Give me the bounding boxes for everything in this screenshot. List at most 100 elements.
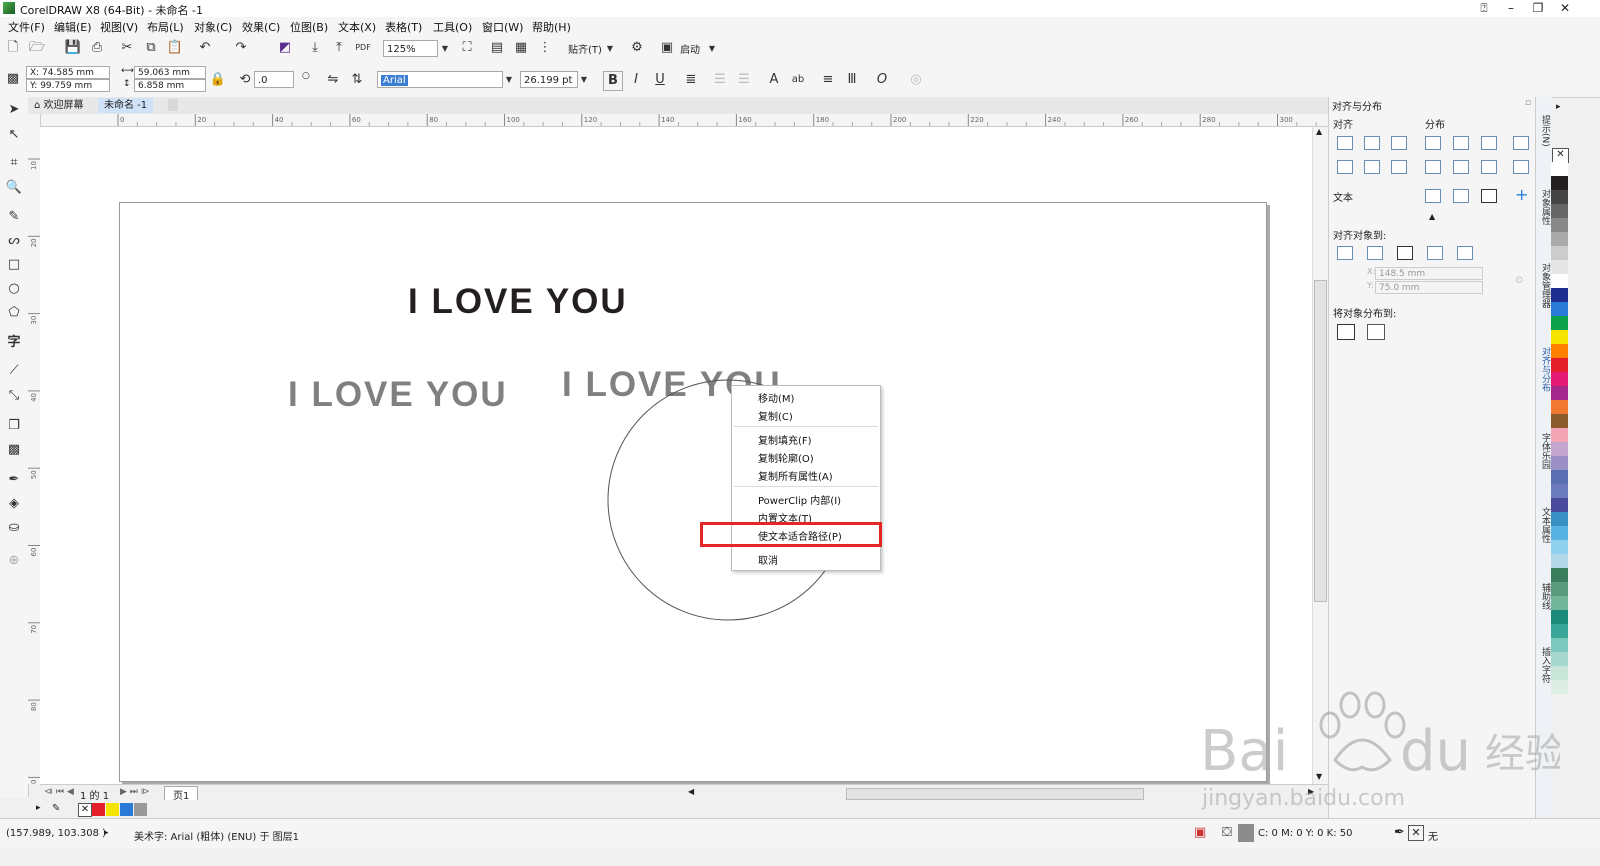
horizontal-scroll-thumb[interactable] bbox=[846, 788, 1144, 800]
text-bounding-box-icon[interactable] bbox=[1481, 189, 1497, 203]
palette-swatch[interactable] bbox=[1551, 190, 1568, 204]
mirror-horizontal-icon[interactable]: ⇋ bbox=[324, 71, 342, 89]
menu-table[interactable]: 表格(T) bbox=[385, 19, 422, 35]
palette-swatch[interactable] bbox=[1551, 316, 1568, 330]
color-proof-icon[interactable]: ▣ bbox=[1194, 825, 1206, 840]
distribute-to-selection-icon[interactable] bbox=[1337, 324, 1355, 340]
options-gear-icon[interactable]: ⚙ bbox=[628, 39, 646, 57]
palette-swatch[interactable] bbox=[1551, 274, 1568, 288]
align-top-icon[interactable] bbox=[1337, 160, 1353, 174]
font-list-field[interactable]: Arial bbox=[377, 71, 503, 88]
x-position-field[interactable]: X: 74.585 mm bbox=[26, 66, 110, 79]
menu-edit[interactable]: 编辑(E) bbox=[54, 19, 92, 35]
cut-icon[interactable]: ✂ bbox=[118, 39, 136, 57]
redo-icon[interactable]: ↷ bbox=[232, 39, 250, 57]
document-palette-swatch[interactable] bbox=[92, 803, 105, 816]
menu-tools[interactable]: 工具(O) bbox=[433, 19, 472, 35]
palette-swatch[interactable] bbox=[1551, 428, 1568, 442]
font-dropdown-icon[interactable]: ▼ bbox=[503, 71, 515, 88]
align-center-h-icon[interactable] bbox=[1364, 136, 1380, 150]
page-nav-forward-icon[interactable]: ▶ ⏭ ⧐ bbox=[120, 787, 150, 797]
menu-window[interactable]: 窗口(W) bbox=[482, 19, 523, 35]
parallel-dimension-icon[interactable]: ⟋ bbox=[5, 362, 23, 380]
palette-swatch[interactable] bbox=[1551, 442, 1568, 456]
interactive-fill-icon[interactable]: ◈ bbox=[5, 495, 23, 513]
launcher-icon[interactable]: ▣ bbox=[658, 39, 676, 57]
palette-swatch[interactable] bbox=[1551, 526, 1568, 540]
zoom-tool-icon[interactable]: 🔍 bbox=[5, 179, 23, 197]
status-arrow-icon[interactable]: ▸ bbox=[104, 828, 109, 838]
palette-swatch[interactable] bbox=[1551, 246, 1568, 260]
align-center-v-icon[interactable] bbox=[1364, 160, 1380, 174]
width-field[interactable]: 59.063 mm bbox=[134, 66, 206, 79]
edit-text-icon[interactable]: ab bbox=[789, 71, 807, 89]
open-icon[interactable]: 🗁 bbox=[28, 39, 46, 57]
underline-button[interactable]: U bbox=[651, 71, 669, 89]
palette-swatch[interactable] bbox=[1551, 358, 1568, 372]
new-tab-button[interactable] bbox=[168, 99, 178, 111]
lock-ratio-icon[interactable]: 🔒 bbox=[209, 71, 227, 89]
distribute-bottom-icon[interactable] bbox=[1481, 160, 1497, 174]
snap-to-dropdown[interactable]: 贴齐(T) bbox=[568, 41, 602, 56]
tab-document[interactable]: 未命名 -1 bbox=[98, 98, 154, 113]
no-color-swatch[interactable]: ✕ bbox=[78, 803, 92, 817]
vertical-scroll-thumb[interactable] bbox=[1314, 280, 1327, 602]
launch-dropdown[interactable]: 启动 bbox=[680, 41, 700, 56]
document-palette-swatch[interactable] bbox=[120, 803, 133, 816]
menu-text[interactable]: 文本(X) bbox=[338, 19, 376, 35]
tab-hints[interactable]: 提示(N) bbox=[1536, 115, 1552, 147]
full-screen-icon[interactable]: ⛶ bbox=[458, 39, 476, 57]
ellipse-tool-icon[interactable]: ○ bbox=[5, 280, 23, 298]
drawing-canvas[interactable]: I LOVE YOU I LOVE YOU I LOVE YOU bbox=[40, 127, 1312, 784]
align-left-icon[interactable] bbox=[1337, 136, 1353, 150]
ctx-copy-all-properties[interactable]: 复制所有属性(A) bbox=[758, 468, 833, 483]
document-palette-swatch[interactable] bbox=[106, 803, 119, 816]
menu-layout[interactable]: 布局(L) bbox=[147, 19, 184, 35]
palette-swatch[interactable] bbox=[1551, 204, 1568, 218]
palette-swatch[interactable] bbox=[1551, 386, 1568, 400]
ctx-copy-outline[interactable]: 复制轮廓(O) bbox=[758, 450, 814, 465]
palette-swatch[interactable] bbox=[1551, 414, 1568, 428]
object-origin-icon[interactable]: ▩ bbox=[4, 70, 22, 88]
palette-swatch[interactable] bbox=[1551, 582, 1568, 596]
mirror-vertical-icon[interactable]: ⇅ bbox=[348, 71, 366, 89]
interactive-opentype-icon[interactable]: O bbox=[873, 71, 891, 89]
launch-dropdown-icon[interactable]: ▼ bbox=[706, 40, 718, 57]
docker-close-icon[interactable]: ▫ bbox=[1525, 98, 1531, 108]
show-guidelines-icon[interactable]: ⋮ bbox=[536, 39, 554, 57]
italic-button[interactable]: I bbox=[627, 71, 645, 89]
print-icon[interactable]: ⎙ bbox=[88, 39, 106, 57]
menu-object[interactable]: 对象(C) bbox=[194, 19, 232, 35]
scroll-left-icon[interactable]: ◀ bbox=[688, 787, 694, 796]
tab-align-distribute[interactable]: 对齐与分布 bbox=[1536, 347, 1552, 392]
palette-swatch[interactable] bbox=[1551, 232, 1568, 246]
ctx-powerclip-inside[interactable]: PowerClip 内部(I) bbox=[758, 492, 841, 507]
undo-icon[interactable]: ↶ bbox=[196, 39, 214, 57]
distribute-right-icon[interactable] bbox=[1481, 136, 1497, 150]
tab-font-playground[interactable]: 字体乐园 bbox=[1536, 433, 1552, 469]
document-palette-swatch[interactable] bbox=[134, 803, 147, 816]
fill-color-swatch[interactable] bbox=[1238, 824, 1254, 842]
palette-swatch[interactable] bbox=[1551, 568, 1568, 582]
menu-file[interactable]: 文件(F) bbox=[8, 19, 45, 35]
palette-swatch[interactable] bbox=[1551, 372, 1568, 386]
scroll-up-icon[interactable]: ▲ bbox=[1316, 127, 1322, 136]
palette-swatch[interactable] bbox=[1551, 456, 1568, 470]
menu-bitmaps[interactable]: 位图(B) bbox=[290, 19, 328, 35]
no-outline-swatch[interactable]: ✕ bbox=[1408, 825, 1424, 841]
palette-swatch[interactable] bbox=[1551, 554, 1568, 568]
ctx-copy-fill[interactable]: 复制填充(F) bbox=[758, 432, 812, 447]
palette-swatch[interactable] bbox=[1551, 610, 1568, 624]
import-icon[interactable]: ⤓ bbox=[306, 39, 324, 57]
align-to-grid-icon[interactable] bbox=[1427, 246, 1443, 260]
vertical-text-icon[interactable]: Ⅲ bbox=[843, 71, 861, 89]
y-position-field[interactable]: Y: 99.759 mm bbox=[26, 79, 110, 92]
no-fill-swatch[interactable]: ✕ bbox=[1552, 148, 1569, 163]
bold-button[interactable]: B bbox=[603, 71, 623, 91]
text-last-baseline-icon[interactable] bbox=[1453, 189, 1469, 203]
export-icon[interactable]: ⤒ bbox=[330, 39, 348, 57]
palette-swatch[interactable] bbox=[1551, 470, 1568, 484]
align-to-page-center-icon[interactable] bbox=[1397, 246, 1413, 260]
save-icon[interactable]: 💾 bbox=[64, 39, 82, 57]
palette-scroll-up-icon[interactable]: ▸ bbox=[1556, 102, 1561, 112]
